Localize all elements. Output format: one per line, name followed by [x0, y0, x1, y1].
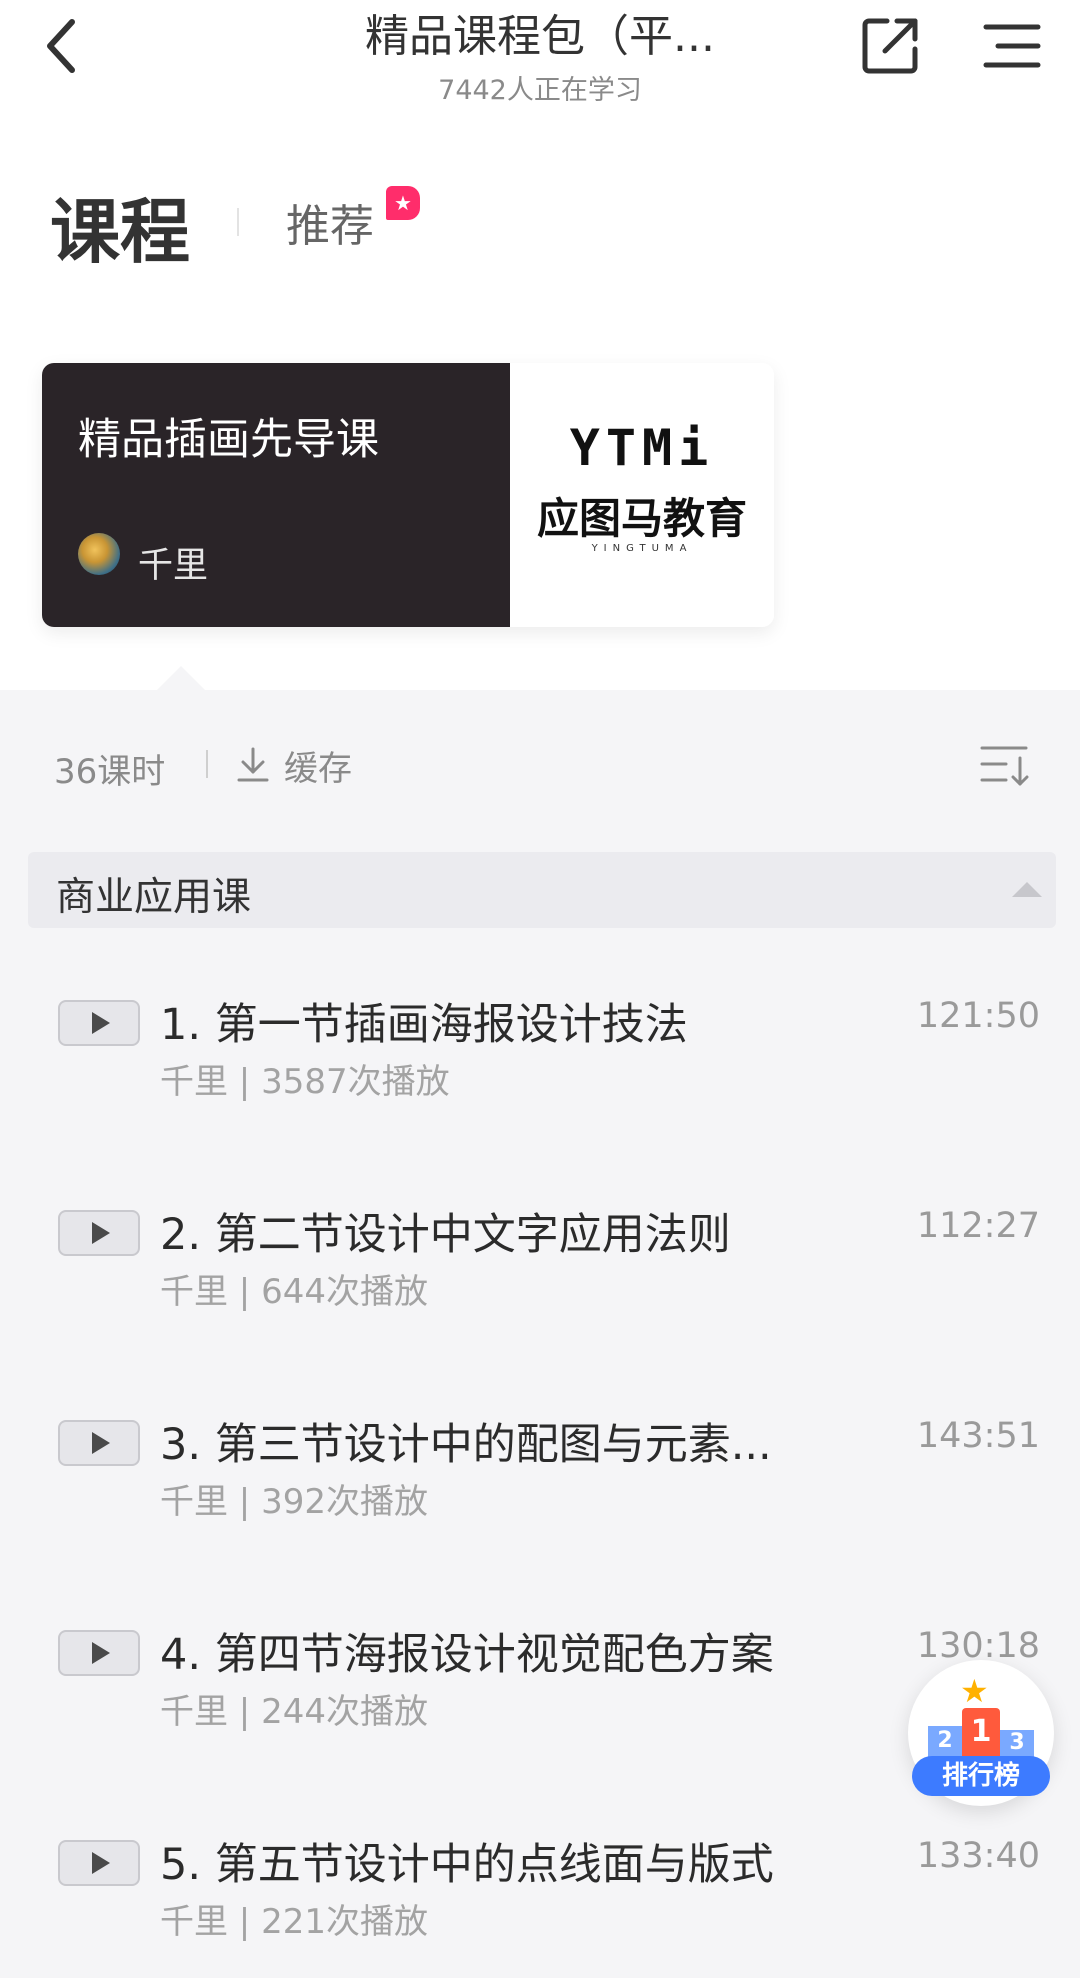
star-icon: ★: [960, 1672, 989, 1710]
lesson-item[interactable]: 2. 第二节设计中文字应用法则 112:27 千里 | 644次播放: [0, 1200, 1080, 1350]
star-badge-icon: ★: [386, 186, 420, 220]
lesson-meta: 千里 | 644次播放: [160, 1272, 428, 1312]
lesson-duration: 121:50: [916, 996, 1040, 1036]
learner-count: 7442人正在学习: [438, 75, 642, 106]
lesson-item[interactable]: 1. 第一节插画海报设计技法 121:50 千里 | 3587次播放: [0, 990, 1080, 1140]
collapse-arrow-icon[interactable]: [1012, 882, 1042, 897]
lesson-meta: 千里 | 244次播放: [160, 1692, 428, 1732]
lesson-duration: 133:40: [916, 1836, 1040, 1876]
lesson-duration: 112:27: [916, 1206, 1040, 1246]
share-button[interactable]: [858, 12, 924, 78]
lesson-count: 36课时: [54, 752, 166, 792]
lesson-title: 2. 第二节设计中文字应用法则: [160, 1210, 731, 1260]
course-card[interactable]: 精品插画先导课 千里 YTMi 应图马教育 YINGTUMA: [42, 363, 774, 627]
lesson-item[interactable]: 3. 第三节设计中的配图与元素... 143:51 千里 | 392次播放: [0, 1410, 1080, 1560]
lesson-duration: 130:18: [916, 1626, 1040, 1666]
menu-button[interactable]: [980, 16, 1044, 76]
avatar: [78, 533, 120, 575]
sort-icon: [980, 746, 1029, 786]
menu-icon: [983, 24, 1041, 68]
tab-recommend[interactable]: 推荐: [286, 190, 374, 254]
lesson-title: 1. 第一节插画海报设计技法: [160, 1000, 688, 1050]
lesson-meta: 千里 | 3587次播放: [160, 1062, 450, 1102]
lesson-duration: 143:51: [916, 1416, 1040, 1456]
play-icon[interactable]: [58, 1630, 140, 1676]
section-header[interactable]: 商业应用课: [28, 852, 1056, 928]
course-author: 千里: [138, 546, 209, 586]
logo-cn-text: 应图马教育: [536, 494, 747, 543]
podium-third-icon: 3: [1000, 1730, 1034, 1758]
meta-divider: [206, 750, 208, 778]
share-icon: [862, 18, 918, 74]
brand-logo: YTMi 应图马教育 YINGTUMA: [510, 363, 774, 627]
podium-first-icon: 1: [962, 1708, 1000, 1758]
course-title: 精品插画先导课: [78, 415, 379, 465]
logo-en-text: YINGTUMA: [591, 543, 693, 554]
sort-button[interactable]: [978, 740, 1034, 790]
page-title: 精品课程包（平...: [365, 11, 715, 62]
card-pointer: [156, 665, 206, 715]
cache-label: 缓存: [284, 748, 352, 789]
lesson-item[interactable]: 5. 第五节设计中的点线面与版式 133:40 千里 | 221次播放: [0, 1830, 1080, 1978]
lesson-title: 5. 第五节设计中的点线面与版式: [160, 1840, 774, 1890]
nav-bar: 精品课程包（平... 7442人正在学习: [0, 0, 1080, 120]
lesson-meta: 千里 | 221次播放: [160, 1902, 428, 1942]
logo-mark: YTMi: [569, 419, 715, 477]
header-area: 精品课程包（平... 7442人正在学习 课程 推荐 ★ 精品插画先导课 千里: [0, 0, 1080, 715]
play-icon[interactable]: [58, 1000, 140, 1046]
tab-course[interactable]: 课程: [50, 176, 190, 277]
course-meta-row: 36课时 缓存: [0, 730, 1080, 800]
course-card-info: 精品插画先导课 千里: [42, 363, 510, 627]
back-button[interactable]: [30, 14, 94, 78]
leaderboard-label: 排行榜: [912, 1756, 1050, 1796]
podium-second-icon: 2: [928, 1726, 962, 1758]
download-icon: [237, 747, 269, 782]
cache-button[interactable]: 缓存: [236, 740, 352, 790]
play-icon[interactable]: [58, 1210, 140, 1256]
section-title: 商业应用课: [56, 875, 252, 920]
leaderboard-button[interactable]: ★ 2 1 3 排行榜: [908, 1660, 1054, 1806]
chevron-left-icon: [47, 19, 75, 73]
tab-divider: [237, 208, 239, 236]
lesson-title: 4. 第四节海报设计视觉配色方案: [160, 1630, 774, 1680]
lesson-meta: 千里 | 392次播放: [160, 1482, 428, 1522]
play-icon[interactable]: [58, 1840, 140, 1886]
play-icon[interactable]: [58, 1420, 140, 1466]
lesson-title: 3. 第三节设计中的配图与元素...: [160, 1420, 772, 1470]
